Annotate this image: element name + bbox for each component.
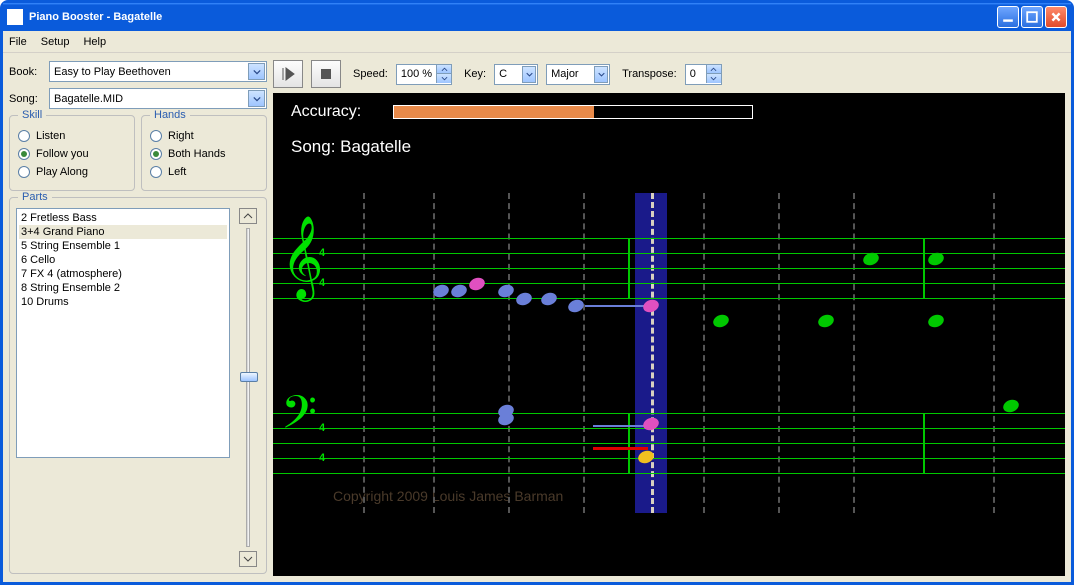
bass-clef-icon: 𝄢: [281, 391, 317, 447]
hands-right-radio[interactable]: Right: [150, 130, 258, 142]
list-item[interactable]: 5 String Ensemble 1: [19, 239, 227, 253]
song-value: Bagatelle.MID: [54, 93, 123, 105]
book-combo[interactable]: Easy to Play Beethoven: [49, 61, 267, 82]
menu-file[interactable]: File: [9, 36, 27, 48]
note: [496, 283, 515, 300]
toolbar: Speed: 100 % Key: C Major Transpose: 0: [273, 59, 1065, 89]
note-tie: [593, 447, 648, 450]
barline: [363, 193, 365, 513]
accuracy-fill: [394, 106, 594, 118]
treble-clef-icon: 𝄞: [281, 221, 324, 293]
hands-both-radio[interactable]: Both Hands: [150, 148, 258, 160]
app-icon: [7, 9, 23, 25]
list-item[interactable]: 7 FX 4 (atmosphere): [19, 267, 227, 281]
score-canvas: Accuracy: Song: Bagatelle Copyright 2009…: [273, 93, 1065, 576]
note: [1001, 398, 1020, 415]
parts-legend: Parts: [18, 191, 52, 203]
parts-group: Parts 2 Fretless Bass3+4 Grand Piano5 St…: [9, 197, 267, 574]
volume-down-button[interactable]: [239, 551, 257, 567]
play-button[interactable]: [273, 60, 303, 88]
titlebar: Piano Booster - Bagatelle: [3, 3, 1071, 31]
spin-down-icon[interactable]: [706, 74, 721, 83]
note: [514, 291, 533, 308]
menu-help[interactable]: Help: [83, 36, 106, 48]
volume-up-button[interactable]: [239, 208, 257, 224]
note: [926, 313, 945, 330]
speed-spinner[interactable]: 100 %: [396, 64, 452, 85]
speed-value: 100 %: [397, 68, 436, 80]
song-label: Song:: [9, 93, 43, 105]
skill-group: Skill Listen Follow you Play Along: [9, 115, 135, 191]
barline: [703, 193, 705, 513]
parts-list[interactable]: 2 Fretless Bass3+4 Grand Piano5 String E…: [16, 208, 230, 458]
note-tie: [585, 305, 645, 307]
list-item[interactable]: 8 String Ensemble 2: [19, 281, 227, 295]
barline: [583, 193, 585, 513]
barline: [508, 193, 510, 513]
accuracy-bar: [393, 105, 753, 119]
close-button[interactable]: [1045, 6, 1067, 28]
chevron-down-icon: [522, 66, 536, 83]
note: [711, 313, 730, 330]
now-playing-line: [651, 193, 654, 513]
speed-label: Speed:: [353, 68, 388, 80]
note: [467, 276, 486, 293]
song-combo[interactable]: Bagatelle.MID: [49, 88, 267, 109]
skill-follow-radio[interactable]: Follow you: [18, 148, 126, 160]
transpose-value: 0: [686, 68, 706, 80]
key-label: Key:: [464, 68, 486, 80]
menubar: File Setup Help: [3, 31, 1071, 53]
accuracy-label: Accuracy:: [291, 103, 361, 121]
barline: [853, 193, 855, 513]
skill-legend: Skill: [18, 109, 46, 121]
key-combo[interactable]: C: [494, 64, 538, 85]
time-signature: 44: [319, 413, 325, 473]
transpose-label: Transpose:: [622, 68, 677, 80]
note: [449, 283, 468, 300]
song-title: Song: Bagatelle: [291, 137, 411, 157]
chevron-down-icon: [248, 63, 265, 80]
list-item[interactable]: 3+4 Grand Piano: [19, 225, 227, 239]
book-value: Easy to Play Beethoven: [54, 66, 171, 78]
spin-down-icon[interactable]: [436, 74, 451, 83]
spin-up-icon[interactable]: [706, 65, 721, 74]
note: [816, 313, 835, 330]
note-tie: [593, 425, 648, 427]
stop-button[interactable]: [311, 60, 341, 88]
skill-listen-radio[interactable]: Listen: [18, 130, 126, 142]
slider-track[interactable]: [246, 228, 250, 547]
chevron-down-icon: [594, 66, 608, 83]
minimize-button[interactable]: [997, 6, 1019, 28]
barline: [993, 193, 995, 513]
copyright-text: Copyright 2009 Louis James Barman: [333, 488, 563, 504]
maximize-button[interactable]: [1021, 6, 1043, 28]
mode-combo[interactable]: Major: [546, 64, 610, 85]
transpose-spinner[interactable]: 0: [685, 64, 722, 85]
window-title: Piano Booster - Bagatelle: [29, 11, 997, 23]
time-signature: 44: [319, 238, 325, 298]
hands-legend: Hands: [150, 109, 190, 121]
list-item[interactable]: 6 Cello: [19, 253, 227, 267]
book-label: Book:: [9, 66, 43, 78]
list-item[interactable]: 2 Fretless Bass: [19, 211, 227, 225]
hands-group: Hands Right Both Hands Left: [141, 115, 267, 191]
hands-left-radio[interactable]: Left: [150, 166, 258, 178]
chevron-down-icon: [248, 90, 265, 107]
volume-slider[interactable]: [236, 208, 260, 567]
menu-setup[interactable]: Setup: [41, 36, 70, 48]
note: [539, 291, 558, 308]
barline: [778, 193, 780, 513]
skill-play-radio[interactable]: Play Along: [18, 166, 126, 178]
list-item[interactable]: 10 Drums: [19, 295, 227, 309]
slider-thumb[interactable]: [240, 372, 258, 382]
spin-up-icon[interactable]: [436, 65, 451, 74]
barline: [433, 193, 435, 513]
